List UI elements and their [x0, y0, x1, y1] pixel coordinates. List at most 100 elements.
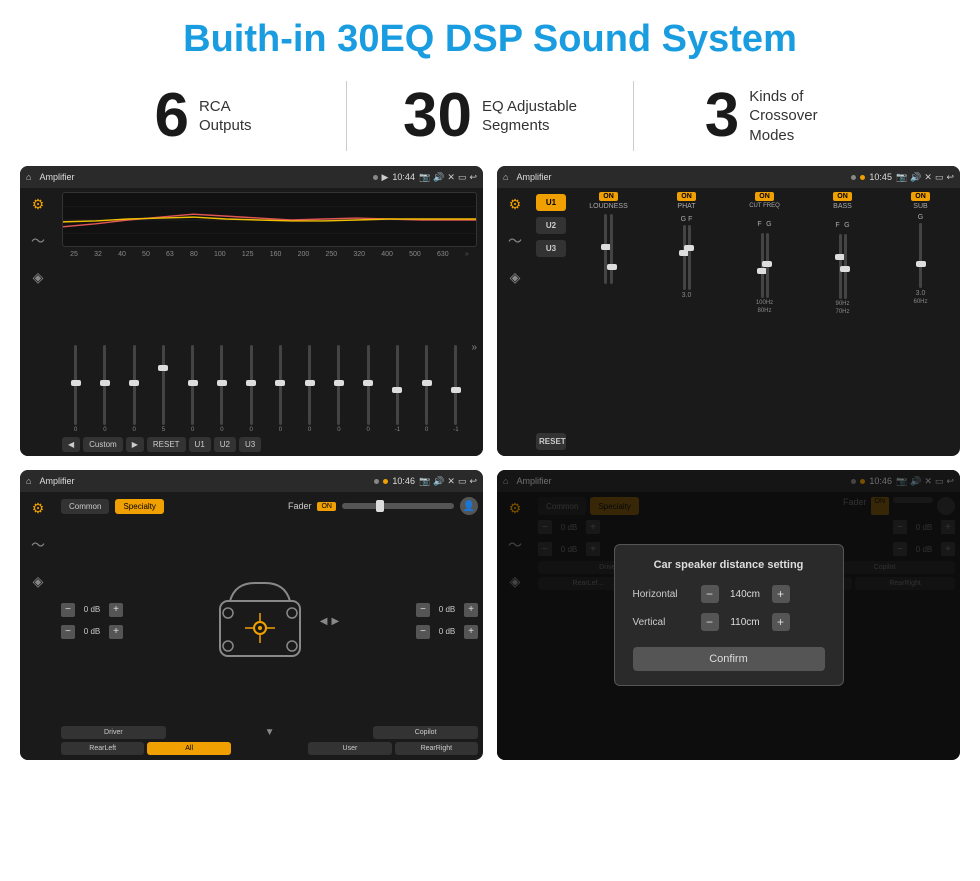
amp-icon-3[interactable]: ◈: [510, 269, 521, 286]
eq-next-btn[interactable]: ▶: [126, 437, 144, 452]
eq-u1-btn[interactable]: U1: [189, 437, 211, 452]
dialog-title: Car speaker distance setting: [633, 559, 825, 571]
eq-prev-btn[interactable]: ◀: [62, 437, 80, 452]
amp-icon-1[interactable]: ⚙: [509, 196, 522, 213]
vertical-stepper: − 110cm +: [701, 613, 790, 631]
spk-icon-1[interactable]: ⚙: [32, 500, 45, 517]
screen-amp-body: ⚙ 〜 ◈ U1 U2 U3 RESET ON LOUDNESS: [497, 188, 960, 456]
back-icon[interactable]: ↩: [469, 172, 477, 183]
down-arrow-icon[interactable]: ▼: [265, 727, 275, 738]
vertical-minus-btn[interactable]: −: [701, 613, 719, 631]
eq-icon-2[interactable]: 〜: [31, 231, 45, 251]
db-plus-4[interactable]: +: [464, 625, 478, 639]
amp-u3-btn[interactable]: U3: [536, 240, 566, 257]
play-icon[interactable]: ▶: [382, 172, 389, 183]
minimize-icon-2[interactable]: ▭: [935, 172, 944, 183]
db-plus-1[interactable]: +: [109, 603, 123, 617]
volume-icon-2[interactable]: 🔊: [910, 172, 921, 183]
eq-controls[interactable]: ◀ Custom ▶ RESET U1 U2 U3: [62, 437, 477, 452]
eq-sliders: 0 0 0 5 0 0 0 0 0 0 0 -1 0 -1 »: [62, 262, 477, 433]
spk-icon-2[interactable]: 〜: [31, 535, 45, 555]
stat-number-crossover: 3: [705, 85, 739, 147]
eq-reset-btn[interactable]: RESET: [147, 437, 186, 452]
camera-icon[interactable]: 📷: [419, 172, 430, 183]
specialty-tab[interactable]: Specialty: [115, 499, 163, 514]
nav-left-icon[interactable]: ◀: [320, 616, 328, 627]
amp-reset-btn[interactable]: RESET: [536, 433, 566, 450]
db-minus-3[interactable]: −: [416, 603, 430, 617]
main-title: Buith-in 30EQ DSP Sound System: [0, 0, 980, 71]
close-icon-2[interactable]: ✕: [924, 172, 932, 183]
stat-number-rca: 6: [154, 85, 188, 147]
dialog-overlay: Car speaker distance setting Horizontal …: [497, 470, 960, 760]
horizontal-minus-btn[interactable]: −: [701, 585, 719, 603]
speaker-sidebar: ⚙ 〜 ◈: [20, 492, 56, 760]
back-icon-3[interactable]: ↩: [469, 476, 477, 487]
db-minus-2[interactable]: −: [61, 625, 75, 639]
eq-sidebar: ⚙ 〜 ◈: [20, 188, 56, 456]
volume-icon[interactable]: 🔊: [433, 172, 444, 183]
stat-text-rca: RCAOutputs: [199, 97, 252, 136]
minimize-icon-3[interactable]: ▭: [458, 476, 467, 487]
screen-speaker-time: 10:46: [392, 476, 415, 486]
amp-u2-btn[interactable]: U2: [536, 217, 566, 234]
home-icon[interactable]: ⌂: [26, 172, 31, 182]
db-plus-3[interactable]: +: [464, 603, 478, 617]
back-icon-2[interactable]: ↩: [946, 172, 954, 183]
speaker-bottom-row2: RearLeft All User RearRight: [61, 742, 478, 755]
dot-icon-5: [383, 479, 388, 484]
rearright-btn[interactable]: RearRight: [395, 742, 478, 755]
copilot-btn[interactable]: Copilot: [373, 726, 478, 739]
horizontal-value: 140cm: [723, 589, 768, 600]
user-icon[interactable]: 👤: [460, 497, 478, 515]
screen-speaker-title: Amplifier: [39, 476, 370, 486]
camera-icon-2[interactable]: 📷: [896, 172, 907, 183]
confirm-button[interactable]: Confirm: [633, 647, 825, 671]
amp-u1-btn[interactable]: U1: [536, 194, 566, 211]
dialog-horizontal-row: Horizontal − 140cm +: [633, 585, 825, 603]
amp-icon-2[interactable]: 〜: [508, 231, 522, 251]
vertical-plus-btn[interactable]: +: [772, 613, 790, 631]
eq-main: 25 32 40 50 63 80 100 125 160 200 250 32…: [56, 188, 483, 456]
screen-eq-topbar-icons: 📷 🔊 ✕ ▭ ↩: [419, 172, 477, 183]
expand-icon[interactable]: »: [472, 342, 478, 353]
eq-u2-btn[interactable]: U2: [214, 437, 236, 452]
spk-icon-3[interactable]: ◈: [33, 573, 44, 590]
screen-eq-time: 10:44: [392, 172, 415, 182]
horizontal-plus-btn[interactable]: +: [772, 585, 790, 603]
db-control-3: − 0 dB +: [416, 603, 478, 617]
common-tab[interactable]: Common: [61, 499, 109, 514]
fader-bar[interactable]: [342, 503, 454, 509]
close-icon[interactable]: ✕: [447, 172, 455, 183]
db-plus-2[interactable]: +: [109, 625, 123, 639]
user-btn[interactable]: User: [308, 742, 391, 755]
eq-preset-btn[interactable]: Custom: [83, 437, 123, 452]
volume-icon-3[interactable]: 🔊: [433, 476, 444, 487]
minimize-icon[interactable]: ▭: [458, 172, 467, 183]
vertical-value: 110cm: [723, 617, 768, 628]
amp-sidebar: ⚙ 〜 ◈: [497, 188, 533, 456]
eq-u3-btn[interactable]: U3: [239, 437, 261, 452]
home-icon-3[interactable]: ⌂: [26, 476, 31, 486]
speaker-diagram: ◀ ▶: [128, 520, 411, 721]
all-btn[interactable]: All: [147, 742, 230, 755]
speaker-main: Common Specialty Fader ON 👤 −: [56, 492, 483, 760]
camera-icon-3[interactable]: 📷: [419, 476, 430, 487]
db-minus-1[interactable]: −: [61, 603, 75, 617]
db-val-1: 0 dB: [78, 605, 106, 614]
driver-btn[interactable]: Driver: [61, 726, 166, 739]
home-icon-2[interactable]: ⌂: [503, 172, 508, 182]
screen-dist-body: ⚙ 〜 ◈ Common Specialty Fader ON: [497, 492, 960, 760]
close-icon-3[interactable]: ✕: [447, 476, 455, 487]
eq-icon-1[interactable]: ⚙: [32, 196, 45, 213]
screen-speaker: ⌂ Amplifier 10:46 📷 🔊 ✕ ▭ ↩ ⚙ 〜 ◈: [20, 470, 483, 760]
nav-right-icon[interactable]: ▶: [332, 616, 340, 627]
eq-icon-3[interactable]: ◈: [33, 269, 44, 286]
screen-eq-body: ⚙ 〜 ◈: [20, 188, 483, 456]
fader-on-badge: ON: [317, 502, 336, 511]
stats-row: 6 RCAOutputs 30 EQ AdjustableSegments 3 …: [0, 71, 980, 166]
stat-item-rca: 6 RCAOutputs: [60, 85, 346, 147]
rearleft-btn[interactable]: RearLeft: [61, 742, 144, 755]
db-minus-4[interactable]: −: [416, 625, 430, 639]
screen-speaker-body: ⚙ 〜 ◈ Common Specialty Fader ON 👤: [20, 492, 483, 760]
